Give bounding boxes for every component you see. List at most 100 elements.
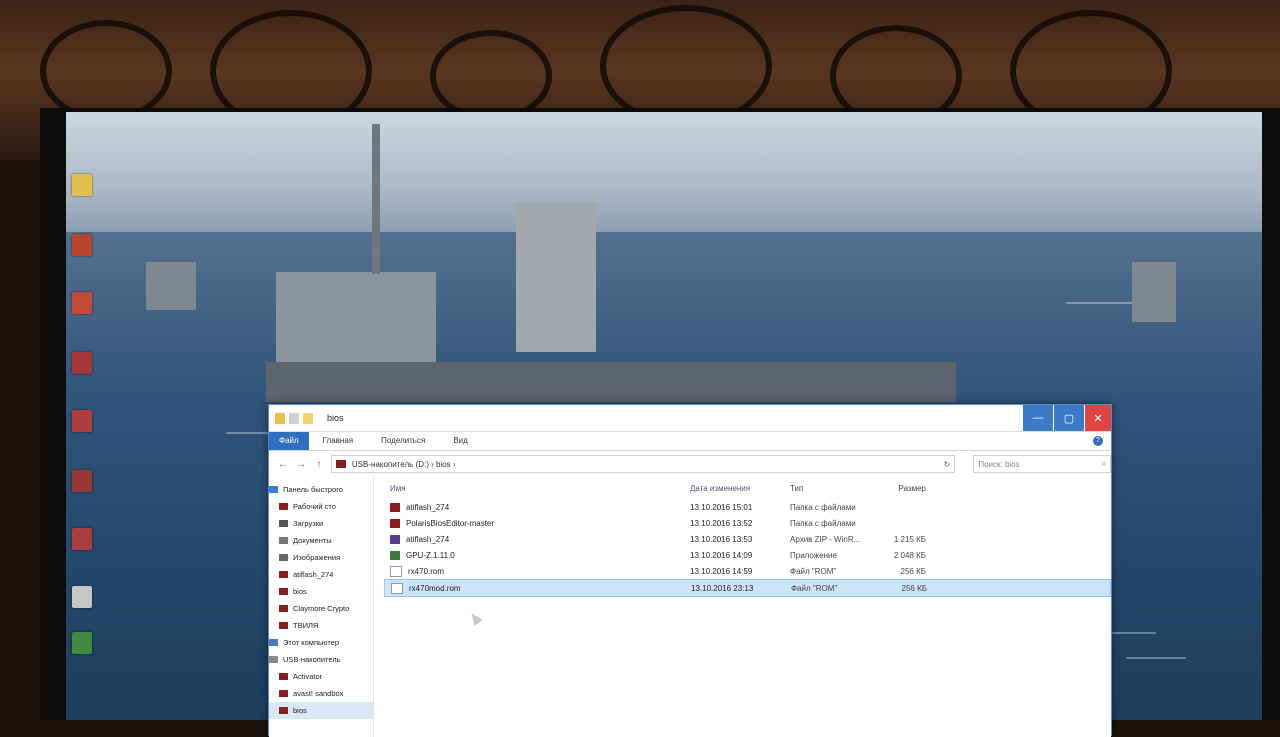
desktop-icon-6[interactable] bbox=[72, 470, 92, 492]
search-placeholder: Поиск: bios bbox=[978, 459, 1020, 469]
refresh-icon[interactable]: ↻ bbox=[944, 460, 951, 469]
nav-item-downloads[interactable]: Загрузки bbox=[269, 515, 373, 532]
file-size: 2 048 КБ bbox=[893, 550, 926, 560]
file-name: GPU-Z.1.11.0 bbox=[406, 550, 455, 560]
nav-item-pictures[interactable]: Изображения bbox=[269, 549, 373, 566]
desktop-icon-4[interactable] bbox=[72, 352, 92, 374]
new-folder-icon[interactable] bbox=[303, 412, 313, 424]
file-size: 256 КБ bbox=[901, 583, 927, 593]
wallpaper-flightdeck bbox=[266, 362, 956, 402]
folder-icon bbox=[279, 605, 288, 612]
file-icon bbox=[390, 565, 402, 577]
file-type: Приложение bbox=[790, 550, 837, 560]
file-icon bbox=[391, 582, 403, 594]
close-button[interactable]: ✕ bbox=[1084, 405, 1111, 431]
file-type: Архив ZIP - WinR... bbox=[790, 534, 861, 544]
wallpaper-sky bbox=[66, 112, 1262, 252]
file-row-selected[interactable]: rx470mod.rom 13.10.2016 23:13 Файл "ROM"… bbox=[384, 579, 1111, 597]
nav-item-documents[interactable]: Документы bbox=[269, 532, 373, 549]
folder-icon bbox=[390, 502, 400, 512]
file-name: rx470.rom bbox=[408, 566, 445, 576]
desktop-icon-9[interactable] bbox=[72, 632, 92, 654]
column-headers: Имя Дата изменения Тип Размер bbox=[384, 477, 1111, 499]
column-size[interactable]: Размер bbox=[880, 484, 927, 493]
navigation-pane: Панель быстрого Рабочий сто Загрузки Док… bbox=[269, 477, 374, 737]
desktop-icon-7[interactable] bbox=[72, 528, 92, 550]
nav-item-activator[interactable]: Activator bbox=[269, 668, 373, 685]
wallpaper-destroyer-left bbox=[146, 262, 196, 310]
nav-item-this-pc[interactable]: Этот компьютер bbox=[269, 634, 373, 651]
quick-access-toolbar bbox=[275, 412, 313, 424]
nav-item-usb-drive[interactable]: USB-накопитель bbox=[269, 651, 373, 668]
explorer-window[interactable]: bios — ▢ ✕ Файл Главная Поделиться Вид ?… bbox=[268, 404, 1112, 737]
address-bar[interactable]: USB-накопитель (D:) › bios › ↻ bbox=[330, 455, 956, 473]
file-name: atiflash_274 bbox=[406, 502, 450, 512]
search-input[interactable]: Поиск: bios ⌕ bbox=[973, 455, 1111, 473]
file-size: 256 КБ bbox=[900, 566, 926, 576]
tab-view[interactable]: Вид bbox=[439, 432, 481, 450]
maximize-button[interactable]: ▢ bbox=[1053, 405, 1084, 431]
file-name: PolarisBiosEditor-master bbox=[406, 518, 495, 528]
minimize-button[interactable]: — bbox=[1022, 405, 1053, 431]
up-arrow-icon[interactable]: ↑ bbox=[313, 459, 325, 470]
file-date: 13.10.2016 14:59 bbox=[690, 566, 753, 576]
desktop-icon-8[interactable] bbox=[72, 586, 92, 608]
back-arrow-icon[interactable]: ← bbox=[277, 459, 289, 470]
wallpaper-destroyer-right bbox=[1132, 262, 1176, 322]
folder-icon bbox=[279, 673, 288, 680]
tab-share[interactable]: Поделиться bbox=[367, 432, 439, 450]
nav-item-desktop[interactable]: Рабочий сто bbox=[269, 498, 373, 515]
nav-item-avast-sandbox[interactable]: avast! sandbox bbox=[269, 685, 373, 702]
ribbon-tabs: Файл Главная Поделиться Вид ? bbox=[269, 432, 1111, 451]
file-type: Папка с файлами bbox=[790, 518, 856, 528]
folder-icon[interactable] bbox=[275, 412, 285, 424]
desktop-icon-1[interactable] bbox=[72, 174, 92, 196]
computer-icon bbox=[269, 639, 278, 646]
file-row[interactable]: rx470.rom 13.10.2016 14:59 Файл "ROM" 25… bbox=[384, 563, 1111, 579]
help-icon[interactable]: ? bbox=[1093, 436, 1103, 446]
file-row[interactable]: GPU-Z.1.11.0 13.10.2016 14:09 Приложение… bbox=[384, 547, 1111, 563]
title-bar[interactable]: bios — ▢ ✕ bbox=[269, 405, 1111, 432]
documents-icon bbox=[279, 537, 288, 544]
desktop-icon-2[interactable] bbox=[72, 234, 92, 256]
nav-item-quick-access[interactable]: Панель быстрого bbox=[269, 481, 373, 498]
usb-drive-icon bbox=[269, 656, 278, 663]
drive-icon bbox=[335, 460, 346, 468]
file-list: Имя Дата изменения Тип Размер atiflash_2… bbox=[374, 477, 1111, 737]
nav-item-tvilya[interactable]: ТВИЛЯ bbox=[269, 617, 373, 634]
column-type[interactable]: Тип bbox=[790, 484, 880, 493]
file-name: rx470mod.rom bbox=[409, 583, 461, 593]
file-row[interactable]: atiflash_274 13.10.2016 15:01 Папка с фа… bbox=[384, 499, 1111, 515]
search-icon: ⌕ bbox=[1101, 459, 1106, 468]
tab-home[interactable]: Главная bbox=[309, 432, 367, 450]
column-name[interactable]: Имя bbox=[384, 484, 690, 493]
forward-arrow-icon[interactable]: → bbox=[295, 459, 307, 470]
download-icon bbox=[279, 520, 288, 527]
tab-file[interactable]: Файл bbox=[269, 432, 309, 450]
file-type: Файл "ROM" bbox=[791, 583, 838, 593]
file-row[interactable]: atiflash_274 13.10.2016 13:53 Архив ZIP … bbox=[384, 531, 1111, 547]
nav-item-atiflash[interactable]: atiflash_274 bbox=[269, 566, 373, 583]
wallpaper-carrier-mast bbox=[372, 124, 380, 274]
file-date: 13.10.2016 14:09 bbox=[690, 550, 753, 560]
star-icon bbox=[269, 486, 278, 493]
file-name: atiflash_274 bbox=[406, 534, 450, 544]
nav-item-claymore[interactable]: Claymore Crypto bbox=[269, 600, 373, 617]
folder-icon bbox=[279, 622, 288, 629]
file-row[interactable]: PolarisBiosEditor-master 13.10.2016 13:5… bbox=[384, 515, 1111, 531]
nav-item-bios-drive[interactable]: bios bbox=[269, 702, 373, 719]
desktop-icon-5[interactable] bbox=[72, 410, 92, 432]
wallpaper-cruiser bbox=[516, 202, 596, 352]
nav-item-bios[interactable]: bios bbox=[269, 583, 373, 600]
navigation-bar: ← → ↑ USB-накопитель (D:) › bios › ↻ Пои… bbox=[269, 451, 1111, 477]
window-title: bios bbox=[327, 413, 344, 423]
desktop-folder-icon bbox=[279, 503, 288, 510]
properties-icon[interactable] bbox=[289, 412, 299, 424]
column-date[interactable]: Дата изменения bbox=[690, 484, 790, 493]
pictures-icon bbox=[279, 554, 288, 561]
explorer-body: Панель быстрого Рабочий сто Загрузки Док… bbox=[269, 477, 1111, 737]
folder-icon bbox=[279, 588, 288, 595]
file-size: 1 215 КБ bbox=[893, 534, 926, 544]
file-date: 13.10.2016 13:52 bbox=[690, 518, 753, 528]
desktop-icon-3[interactable] bbox=[72, 292, 92, 314]
